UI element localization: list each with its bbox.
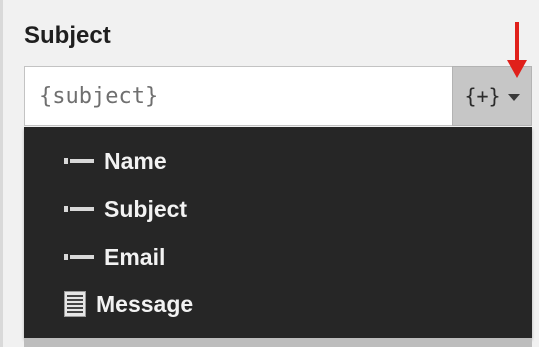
chevron-down-icon [507, 93, 520, 101]
single-line-field-icon [64, 254, 94, 260]
menu-item-label: Subject [104, 195, 188, 222]
insert-tag-dropdown: Name Subject Email Message [24, 127, 532, 338]
menu-item-label: Name [104, 147, 167, 174]
screenshot-stage: Subject {+} Name Subject [0, 0, 539, 347]
single-line-field-icon [64, 158, 94, 164]
panel-border [0, 0, 3, 347]
menu-item-message[interactable]: Message [64, 284, 193, 324]
subject-input[interactable] [24, 66, 452, 126]
menu-item-label: Email [104, 243, 166, 270]
menu-item-label: Message [96, 290, 194, 317]
subject-field-label: Subject [24, 22, 111, 49]
subject-input-group: {+} [24, 66, 532, 126]
menu-item-email[interactable]: Email [64, 237, 165, 277]
red-arrow-annotation-icon [507, 22, 527, 78]
paragraph-field-icon [64, 291, 86, 317]
menu-item-name[interactable]: Name [64, 141, 167, 181]
single-line-field-icon [64, 206, 94, 212]
insert-tag-label: {+} [464, 84, 501, 108]
panel-bottom-edge [24, 338, 532, 347]
menu-item-subject[interactable]: Subject [64, 189, 187, 229]
